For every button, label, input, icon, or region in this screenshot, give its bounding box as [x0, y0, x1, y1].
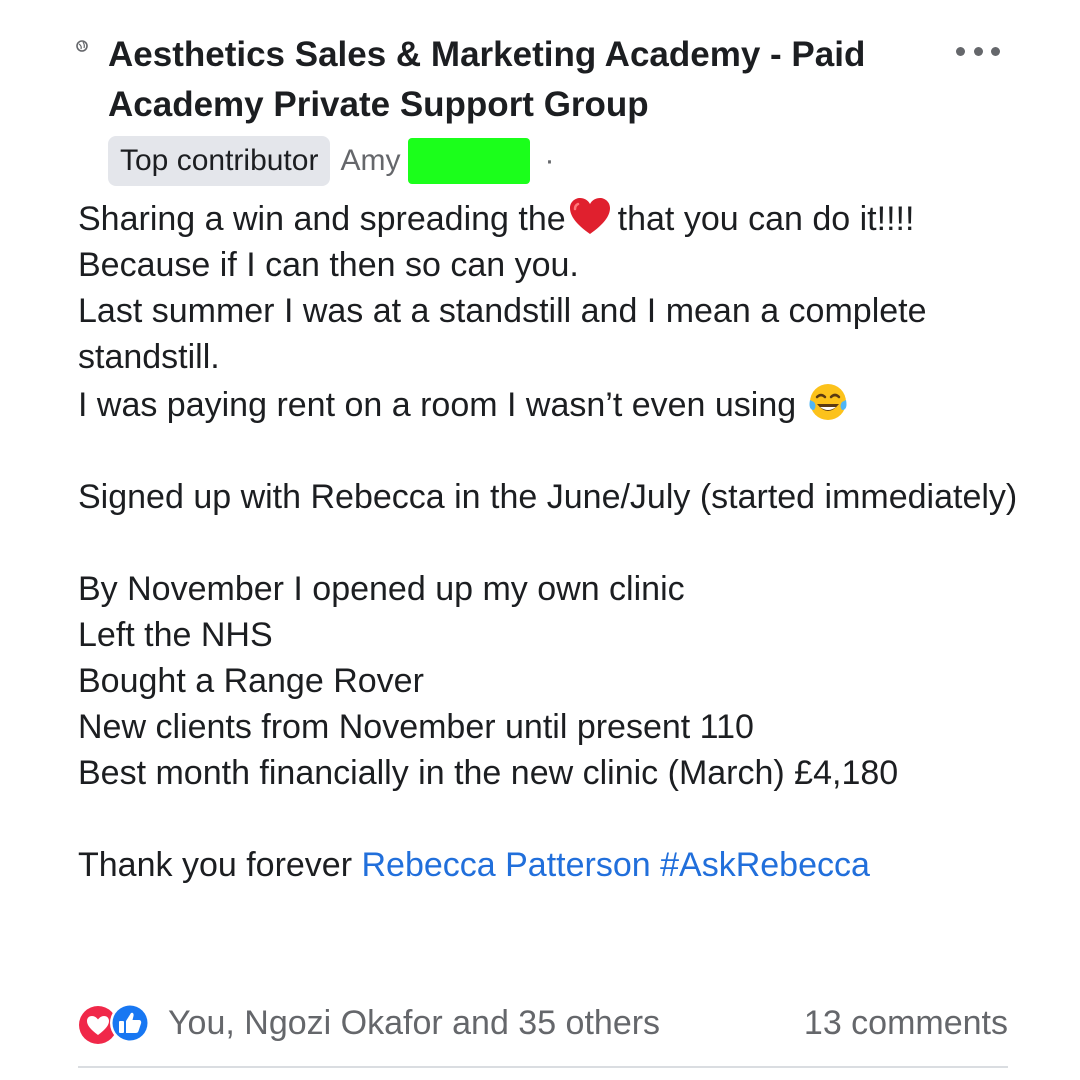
post-paragraph: New clients from November until present … [78, 708, 754, 746]
top-contributor-badge: Top contributor [108, 136, 331, 186]
comments-count[interactable]: 13 comments [804, 1004, 1008, 1043]
globe-icon [76, 40, 88, 52]
mention-link[interactable]: Rebecca Patterson [361, 846, 650, 884]
red-heart-emoji-icon [569, 198, 610, 234]
post-paragraph: Left the NHS [78, 616, 273, 654]
post-meta: Top contributor Amy · [108, 136, 554, 186]
more-options-icon [956, 46, 965, 56]
thanks-paragraph: Thank you forever Rebecca Patterson #Ask… [78, 842, 1038, 888]
group-post: Aesthetics Sales & Marketing Academy - P… [0, 0, 1080, 1080]
more-options-icon [991, 46, 1000, 56]
more-options-icon [973, 46, 983, 56]
reaction-icons[interactable] [78, 1001, 168, 1045]
redacted-surname [408, 138, 531, 184]
post-text: Thank you forever [78, 846, 353, 884]
post-text: Sharing a win and spreading the [78, 200, 566, 238]
tears-of-joy-emoji-icon [809, 384, 847, 420]
reactions-bar: You, Ngozi Okafor and 35 others 13 comme… [78, 998, 1008, 1048]
post-paragraph: Best month financially in the new clinic… [78, 754, 899, 792]
like-reaction-icon [110, 1003, 150, 1043]
post-paragraph: Sharing a win and spreading the that you … [78, 196, 1038, 288]
post-paragraph: Bought a Range Rover [78, 662, 424, 700]
reactions-summary[interactable]: You, Ngozi Okafor and 35 others [168, 1004, 660, 1043]
group-title[interactable]: Aesthetics Sales & Marketing Academy - P… [108, 30, 938, 130]
post-body: Sharing a win and spreading the that you … [78, 196, 1038, 888]
author-name[interactable]: Amy [340, 136, 400, 186]
separator-dot: · [544, 144, 555, 177]
post-text: I was paying rent on a room I wasn’t eve… [78, 386, 797, 424]
post-paragraph: I was paying rent on a room I wasn’t eve… [78, 380, 1038, 428]
divider [78, 1066, 1008, 1068]
hashtag-link[interactable]: #AskRebecca [660, 846, 870, 884]
post-paragraph: By November I opened up my own clinic [78, 570, 685, 608]
more-options-button[interactable] [952, 38, 1004, 64]
post-paragraph: Signed up with Rebecca in the June/July … [78, 478, 1018, 516]
post-paragraph: Last summer I was at a standstill and I … [78, 292, 927, 376]
